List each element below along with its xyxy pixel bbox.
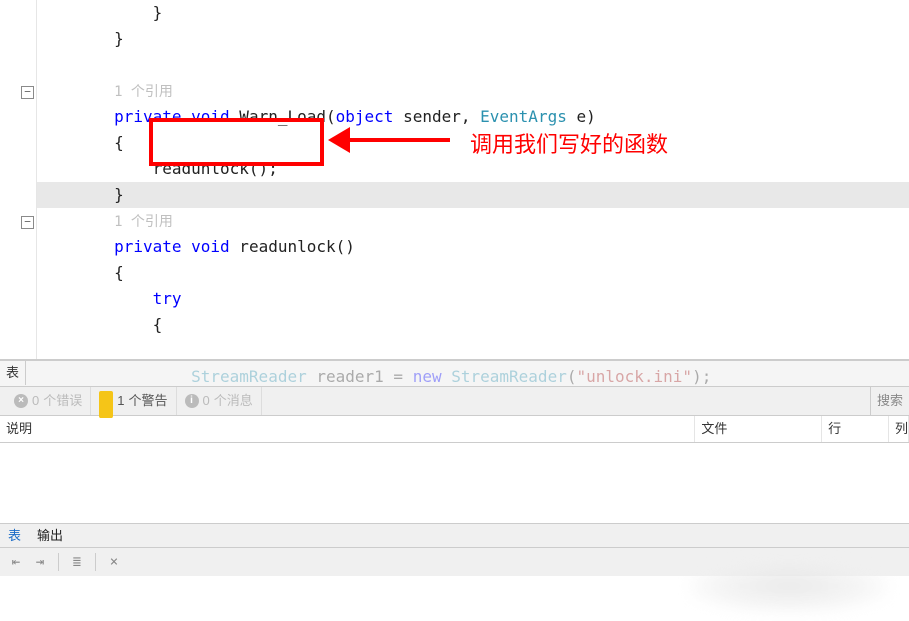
warning-icon	[99, 385, 113, 413]
code-line[interactable]	[37, 52, 909, 78]
error-toolbar: × 0 个错误 1 个警告 i 0 个消息 搜索	[0, 387, 909, 416]
search-input[interactable]: 搜索	[870, 387, 909, 415]
code-line[interactable]: StreamReader reader1 = new StreamReader(…	[37, 364, 909, 390]
fold-toggle-icon[interactable]	[21, 86, 34, 99]
arrow-icon	[340, 138, 450, 142]
watermark	[689, 559, 889, 613]
output-toolbar: ⇤ ⇥ ≣ ×	[0, 547, 909, 576]
word-wrap-icon[interactable]: ≣	[67, 552, 87, 572]
annotation-text: 调用我们写好的函数	[470, 127, 668, 159]
code-line[interactable]: private void readunlock()	[37, 234, 909, 260]
code-line[interactable]: {	[37, 260, 909, 286]
code-line[interactable]: }	[37, 0, 909, 26]
errors-filter-button[interactable]: × 0 个错误	[6, 387, 91, 415]
separator	[58, 553, 59, 571]
code-area[interactable]: } } 1 个引用 private void Warn_Load(object …	[37, 0, 909, 359]
code-line[interactable]: }	[37, 26, 909, 52]
code-line[interactable]: {	[37, 312, 909, 338]
panel-tab-list[interactable]: 表	[0, 361, 26, 385]
editor-gutter	[0, 0, 37, 359]
bottom-tab-strip: 表 输出	[0, 523, 909, 548]
code-line[interactable]: readunlock();	[37, 156, 909, 182]
code-line[interactable]: }	[37, 182, 909, 208]
error-list-body[interactable]	[0, 443, 909, 523]
code-editor[interactable]: } } 1 个引用 private void Warn_Load(object …	[0, 0, 909, 360]
tab-error-list[interactable]: 表	[0, 524, 29, 548]
indent-left-icon[interactable]: ⇤	[6, 552, 26, 572]
col-description[interactable]: 说明	[0, 416, 695, 442]
separator	[95, 553, 96, 571]
fold-toggle-icon[interactable]	[21, 216, 34, 229]
code-line[interactable]	[37, 338, 909, 364]
code-line[interactable]: try	[37, 286, 909, 312]
col-file[interactable]: 文件	[695, 416, 822, 442]
code-line[interactable]: 1 个引用	[37, 208, 909, 234]
col-column[interactable]: 列	[889, 416, 909, 442]
messages-filter-button[interactable]: i 0 个消息	[177, 387, 262, 415]
arrow-head-icon	[328, 127, 350, 153]
warnings-filter-button[interactable]: 1 个警告	[91, 387, 176, 415]
col-line[interactable]: 行	[822, 416, 889, 442]
error-list-header: 说明 文件 行 列	[0, 416, 909, 443]
code-line[interactable]: 1 个引用	[37, 78, 909, 104]
error-icon: ×	[14, 394, 28, 408]
info-icon: i	[185, 394, 199, 408]
clear-icon[interactable]: ×	[104, 552, 124, 572]
tab-output[interactable]: 输出	[29, 524, 71, 548]
indent-right-icon[interactable]: ⇥	[30, 552, 50, 572]
